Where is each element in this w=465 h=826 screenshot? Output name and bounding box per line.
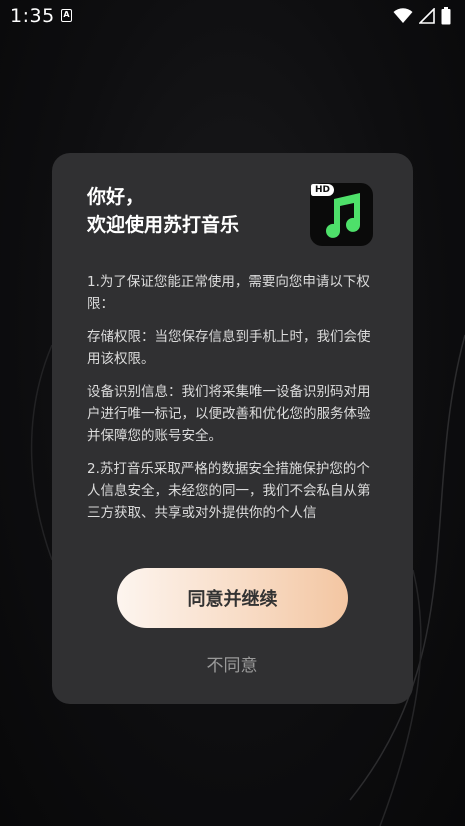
screen: 1:35 A 你好， 欢迎使用苏打音乐 HD 1.为了保证您能正常使用，需要向您… <box>0 0 465 826</box>
status-time: 1:35 <box>10 5 55 27</box>
paragraph-device-id: 设备识别信息：我们将采集唯一设备识别码对用户进行唯一标记，以便改善和优化您的服务… <box>87 384 371 444</box>
paragraph-storage-permission: 存储权限：当您保存信息到手机上时，我们会使用该权限。 <box>87 329 371 367</box>
welcome-text: 欢迎使用苏打音乐 <box>87 214 240 236</box>
dialog-title: 你好， 欢迎使用苏打音乐 <box>87 183 239 239</box>
privacy-dialog: 你好， 欢迎使用苏打音乐 HD 1.为了保证您能正常使用，需要向您申请以下权限：… <box>52 153 413 704</box>
wifi-icon <box>393 8 413 23</box>
paragraph-data-security: 2.苏打音乐采取严格的数据安全措施保护您的个人信息安全，未经您的同一，我们不会私… <box>87 461 371 521</box>
battery-icon <box>441 7 451 25</box>
paragraph-permissions-intro: 1.为了保证您能正常使用，需要向您申请以下权限： <box>87 274 370 312</box>
status-icons <box>393 6 451 26</box>
signal-icon <box>419 8 435 24</box>
notification-app-icon: A <box>61 9 72 22</box>
app-logo: HD <box>310 183 373 246</box>
greeting-text: 你好， <box>87 186 145 208</box>
agree-continue-button[interactable]: 同意并继续 <box>117 568 348 628</box>
permission-description: 1.为了保证您能正常使用，需要向您申请以下权限： 存储权限：当您保存信息到手机上… <box>87 271 377 529</box>
status-bar: 1:35 A <box>0 0 465 32</box>
disagree-button[interactable]: 不同意 <box>167 648 297 678</box>
music-note-icon <box>326 193 360 238</box>
